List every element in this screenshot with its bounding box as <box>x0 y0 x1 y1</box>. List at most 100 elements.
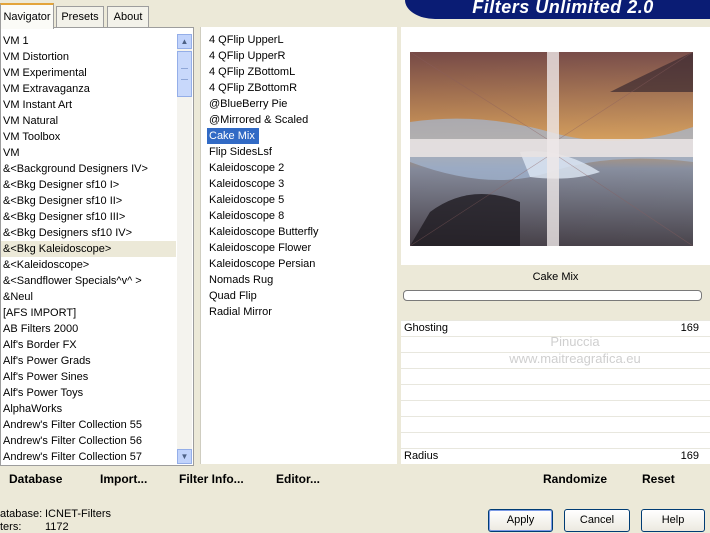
param-radius[interactable]: Radius 169 <box>401 448 710 465</box>
param-empty-row <box>401 384 710 401</box>
filter-progress-bar <box>403 290 702 301</box>
cancel-button[interactable]: Cancel <box>564 509 630 532</box>
filter-item-label: 4 QFlip UpperL <box>209 34 284 46</box>
filters-count-value: 1172 <box>45 521 69 533</box>
filter-item-label: 4 QFlip ZBottomR <box>209 82 298 94</box>
filter-item-label: Nomads Rug <box>209 274 274 286</box>
filter-item-label: Kaleidoscope 8 <box>209 210 285 222</box>
param-empty-row <box>401 432 710 449</box>
category-item[interactable]: VM 1 <box>1 33 176 49</box>
watermark-line: Pinuccia <box>550 334 600 349</box>
filter-item-label: Kaleidoscope 2 <box>209 162 285 174</box>
category-item[interactable]: VM Instant Art <box>1 97 176 113</box>
filter-item-label: 4 QFlip UpperR <box>209 50 286 62</box>
watermark-line: www.maitreagrafica.eu <box>509 351 641 366</box>
database-info: atabase: ICNET-Filters <box>0 508 111 520</box>
filter-item-label: Kaleidoscope Persian <box>209 258 316 270</box>
filter-name-label: Cake Mix <box>532 271 579 283</box>
filter-item-label: Radial Mirror <box>209 306 272 318</box>
param-label: Ghosting <box>404 322 449 334</box>
filter-item-label: Kaleidoscope 5 <box>209 194 285 206</box>
category-item[interactable]: Andrew's Filter Collection 57 <box>1 449 176 465</box>
category-item[interactable]: &<Bkg Designer sf10 III> <box>1 209 176 225</box>
category-items: VM 1 VM Distortion VM Experimental VM Extra… <box>1 33 176 465</box>
category-item[interactable]: Alf's Power Toys <box>1 385 176 401</box>
tab-presets[interactable]: Presets <box>56 6 104 27</box>
filter-item-label: @BlueBerry Pie <box>209 98 288 110</box>
category-item[interactable]: &Neul <box>1 289 176 305</box>
filter-item[interactable]: Flip SidesLsf <box>207 144 392 160</box>
category-scrollbar[interactable]: ▲ ▼ <box>177 34 192 464</box>
filter-item[interactable]: Kaleidoscope 3 <box>207 176 392 192</box>
filter-item-label: Kaleidoscope Butterfly <box>209 226 319 238</box>
category-item[interactable]: &<Bkg Designer sf10 II> <box>1 193 176 209</box>
category-item[interactable]: &<Background Designers IV> <box>1 161 176 177</box>
category-item[interactable]: AlphaWorks <box>1 401 176 417</box>
filter-item[interactable]: 4 QFlip UpperR <box>207 48 392 64</box>
category-item[interactable]: VM Natural <box>1 113 176 129</box>
filter-item[interactable]: Kaleidoscope Persian <box>207 256 392 272</box>
filter-item[interactable]: Kaleidoscope 8 <box>207 208 392 224</box>
category-item[interactable]: Andrew's Filter Collection 55 <box>1 417 176 433</box>
filter-item-label: Kaleidoscope Flower <box>209 242 312 254</box>
param-label: Radius <box>404 450 439 462</box>
filters-count-info: ters: 1172 <box>0 521 69 533</box>
filter-item[interactable]: Nomads Rug <box>207 272 392 288</box>
app-title: Filters Unlimited 2.0 <box>472 0 654 17</box>
category-item[interactable]: &<Bkg Designer sf10 I> <box>1 177 176 193</box>
filter-item[interactable]: 4 QFlip ZBottomR <box>207 80 392 96</box>
filter-item-label: @Mirrored & Scaled <box>209 114 309 126</box>
filter-item[interactable]: Kaleidoscope Butterfly <box>207 224 392 240</box>
scroll-up-icon[interactable]: ▲ <box>177 34 192 49</box>
tab-navigator[interactable]: Navigator <box>0 3 54 29</box>
param-empty-row <box>401 416 710 433</box>
randomize-button[interactable]: Randomize <box>543 471 607 487</box>
filter-item-label: Quad Flip <box>209 290 257 302</box>
filters-count-label: ters: <box>0 521 22 533</box>
category-item[interactable]: VM Experimental <box>1 65 176 81</box>
filter-item[interactable]: Radial Mirror <box>207 304 392 320</box>
filter-info-button[interactable]: Filter Info... <box>179 471 244 487</box>
category-item[interactable]: Alf's Power Grads <box>1 353 176 369</box>
scroll-thumb[interactable] <box>177 51 192 97</box>
category-item[interactable]: &<Bkg Designers sf10 IV> <box>1 225 176 241</box>
reset-button[interactable]: Reset <box>642 471 675 487</box>
category-item[interactable]: VM Extravaganza <box>1 81 176 97</box>
filter-item[interactable]: Kaleidoscope Flower <box>207 240 392 256</box>
help-button[interactable]: Help <box>641 509 705 532</box>
param-empty-row <box>401 400 710 417</box>
editor-button[interactable]: Editor... <box>276 471 320 487</box>
database-info-value: ICNET-Filters <box>45 508 111 520</box>
param-value: 169 <box>680 322 699 334</box>
filter-item[interactable]: @Mirrored & Scaled <box>207 112 392 128</box>
filter-item-label: Kaleidoscope 3 <box>209 178 285 190</box>
filter-item[interactable]: Kaleidoscope 2 <box>207 160 392 176</box>
filter-item[interactable]: Kaleidoscope 5 <box>207 192 392 208</box>
apply-button[interactable]: Apply <box>488 509 553 532</box>
category-item[interactable]: &<Bkg Kaleidoscope> <box>1 241 176 257</box>
category-item[interactable]: VM <box>1 145 176 161</box>
import-button[interactable]: Import... <box>100 471 147 487</box>
filter-item[interactable]: @BlueBerry Pie <box>207 96 392 112</box>
filter-item[interactable]: Quad Flip <box>207 288 392 304</box>
category-item[interactable]: &<Sandflower Specials^v^ > <box>1 273 176 289</box>
filter-item-label: Cake Mix <box>207 128 259 144</box>
filter-item[interactable]: Cake Mix <box>207 128 392 144</box>
filter-item-label: Flip SidesLsf <box>209 146 272 158</box>
category-item[interactable]: [AFS IMPORT] <box>1 305 176 321</box>
filter-item[interactable]: 4 QFlip ZBottomL <box>207 64 392 80</box>
category-item[interactable]: AB Filters 2000 <box>1 321 176 337</box>
category-item[interactable]: VM Distortion <box>1 49 176 65</box>
category-item[interactable]: Alf's Power Sines <box>1 369 176 385</box>
category-item[interactable]: &<Kaleidoscope> <box>1 257 176 273</box>
param-value: 169 <box>680 450 699 462</box>
category-item[interactable]: Alf's Border FX <box>1 337 176 353</box>
tab-about[interactable]: About <box>107 6 149 27</box>
watermark: Pinuccia www.maitreagrafica.eu <box>480 333 670 367</box>
database-button[interactable]: Database <box>9 471 62 487</box>
scroll-down-icon[interactable]: ▼ <box>177 449 192 464</box>
database-info-label: atabase: <box>0 508 43 520</box>
filter-item[interactable]: 4 QFlip UpperL <box>207 32 392 48</box>
category-item[interactable]: Andrew's Filter Collection 56 <box>1 433 176 449</box>
category-item[interactable]: VM Toolbox <box>1 129 176 145</box>
